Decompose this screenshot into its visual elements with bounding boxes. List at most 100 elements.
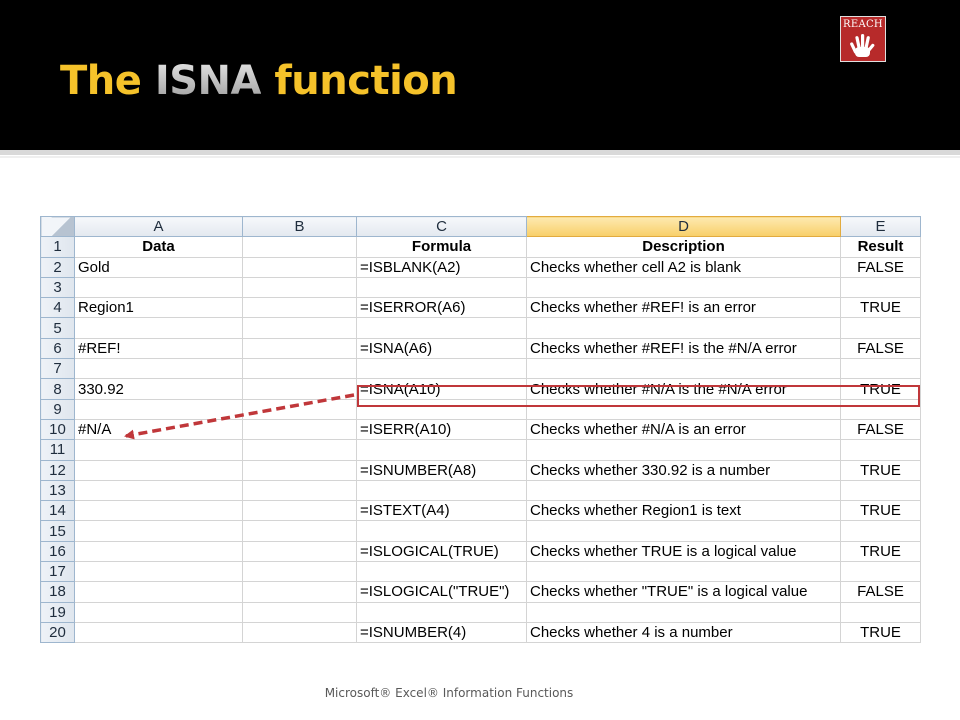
cell-a[interactable]	[74, 479, 243, 502]
cell-d[interactable]: Checks whether #N/A is the #N/A error	[526, 378, 841, 400]
cell-d[interactable]: Checks whether cell A2 is blank	[526, 256, 841, 278]
cell-b[interactable]	[242, 358, 357, 380]
cell-e[interactable]: TRUE	[840, 540, 921, 563]
cell-e[interactable]: TRUE	[840, 500, 921, 522]
cell-c[interactable]	[356, 439, 527, 461]
cell-d[interactable]: Checks whether TRUE is a logical value	[526, 540, 841, 563]
cell-d[interactable]	[526, 601, 841, 623]
cell-c[interactable]	[356, 601, 527, 623]
row-header[interactable]: 16	[40, 540, 75, 563]
cell-e[interactable]: TRUE	[840, 621, 921, 644]
cell-b[interactable]	[242, 520, 357, 542]
cell-b[interactable]	[242, 297, 357, 319]
cell-a[interactable]: 330.92	[74, 378, 243, 400]
column-header-c[interactable]: C	[356, 215, 527, 238]
row-header[interactable]: 18	[40, 581, 75, 603]
cell-d[interactable]: Checks whether Region1 is text	[526, 500, 841, 522]
spreadsheet-grid[interactable]: A B C D E 1 Data Formula Description Result 2…	[40, 215, 921, 644]
cell-d[interactable]	[526, 398, 841, 420]
row-header[interactable]: 2	[40, 256, 75, 278]
column-header-e[interactable]: E	[840, 215, 921, 238]
row-header[interactable]: 12	[40, 459, 75, 481]
cell-e[interactable]	[840, 317, 921, 339]
row-header[interactable]: 10	[40, 418, 75, 441]
cell-d[interactable]	[526, 317, 841, 339]
cell-b[interactable]	[242, 398, 357, 420]
cell-e[interactable]	[840, 358, 921, 380]
cell-b[interactable]	[242, 601, 357, 623]
cell-b[interactable]	[242, 236, 357, 258]
row-header[interactable]: 15	[40, 520, 75, 542]
cell-a[interactable]: Gold	[74, 256, 243, 278]
cell-e[interactable]: TRUE	[840, 297, 921, 319]
cell-c[interactable]: =ISNUMBER(A8)	[356, 459, 527, 481]
row-header[interactable]: 7	[40, 358, 75, 380]
cell-a[interactable]: Region1	[74, 297, 243, 319]
row-header[interactable]: 3	[40, 276, 75, 299]
cell-c[interactable]: =ISERROR(A6)	[356, 297, 527, 319]
cell-d[interactable]	[526, 439, 841, 461]
cell-b[interactable]	[242, 459, 357, 481]
cell-b[interactable]	[242, 500, 357, 522]
column-header-a[interactable]: A	[74, 215, 243, 238]
cell-b[interactable]	[242, 418, 357, 441]
select-all-corner[interactable]	[40, 215, 75, 238]
cell-d[interactable]: Checks whether #N/A is an error	[526, 418, 841, 441]
cell-a[interactable]	[74, 581, 243, 603]
row-header[interactable]: 17	[40, 561, 75, 583]
cell-b[interactable]	[242, 479, 357, 502]
cell-e[interactable]	[840, 601, 921, 623]
row-header[interactable]: 1	[40, 236, 75, 258]
cell-e[interactable]: FALSE	[840, 337, 921, 360]
cell-d[interactable]: Checks whether #REF! is the #N/A error	[526, 337, 841, 360]
cell-a[interactable]: Data	[74, 236, 243, 258]
spreadsheet[interactable]: A B C D E 1 Data Formula Description Result 2…	[40, 215, 921, 644]
cell-e[interactable]: FALSE	[840, 256, 921, 278]
cell-b[interactable]	[242, 378, 357, 400]
cell-b[interactable]	[242, 581, 357, 603]
cell-a[interactable]	[74, 621, 243, 644]
row-header[interactable]: 5	[40, 317, 75, 339]
cell-d[interactable]	[526, 479, 841, 502]
cell-c[interactable]	[356, 479, 527, 502]
cell-b[interactable]	[242, 337, 357, 360]
cell-c[interactable]: =ISNA(A6)	[356, 337, 527, 360]
cell-b[interactable]	[242, 317, 357, 339]
cell-e[interactable]	[840, 276, 921, 299]
row-header[interactable]: 14	[40, 500, 75, 522]
cell-b[interactable]	[242, 256, 357, 278]
cell-d[interactable]: Description	[526, 236, 841, 258]
cell-c[interactable]: Formula	[356, 236, 527, 258]
column-header-d[interactable]: D	[526, 215, 841, 238]
cell-c[interactable]	[356, 358, 527, 380]
cell-e[interactable]	[840, 520, 921, 542]
cell-c[interactable]	[356, 520, 527, 542]
cell-c[interactable]	[356, 276, 527, 299]
cell-a[interactable]	[74, 500, 243, 522]
cell-a[interactable]	[74, 601, 243, 623]
row-header[interactable]: 6	[40, 337, 75, 360]
cell-c[interactable]: =ISERR(A10)	[356, 418, 527, 441]
row-header[interactable]: 4	[40, 297, 75, 319]
row-header[interactable]: 19	[40, 601, 75, 623]
row-header[interactable]: 11	[40, 439, 75, 461]
cell-d[interactable]: Checks whether 330.92 is a number	[526, 459, 841, 481]
cell-a[interactable]	[74, 358, 243, 380]
cell-c[interactable]: =ISBLANK(A2)	[356, 256, 527, 278]
cell-d[interactable]	[526, 276, 841, 299]
cell-c[interactable]: =ISLOGICAL(TRUE)	[356, 540, 527, 563]
row-header[interactable]: 20	[40, 621, 75, 644]
cell-b[interactable]	[242, 561, 357, 583]
cell-e[interactable]: FALSE	[840, 418, 921, 441]
cell-c[interactable]	[356, 561, 527, 583]
column-header-b[interactable]: B	[242, 215, 357, 238]
cell-d[interactable]: Checks whether #REF! is an error	[526, 297, 841, 319]
cell-e[interactable]: TRUE	[840, 459, 921, 481]
cell-e[interactable]	[840, 439, 921, 461]
cell-d[interactable]	[526, 520, 841, 542]
cell-d[interactable]: Checks whether "TRUE" is a logical value	[526, 581, 841, 603]
row-header[interactable]: 8	[40, 378, 75, 400]
cell-a[interactable]	[74, 459, 243, 481]
row-header[interactable]: 13	[40, 479, 75, 502]
cell-c[interactable]: =ISNUMBER(4)	[356, 621, 527, 644]
